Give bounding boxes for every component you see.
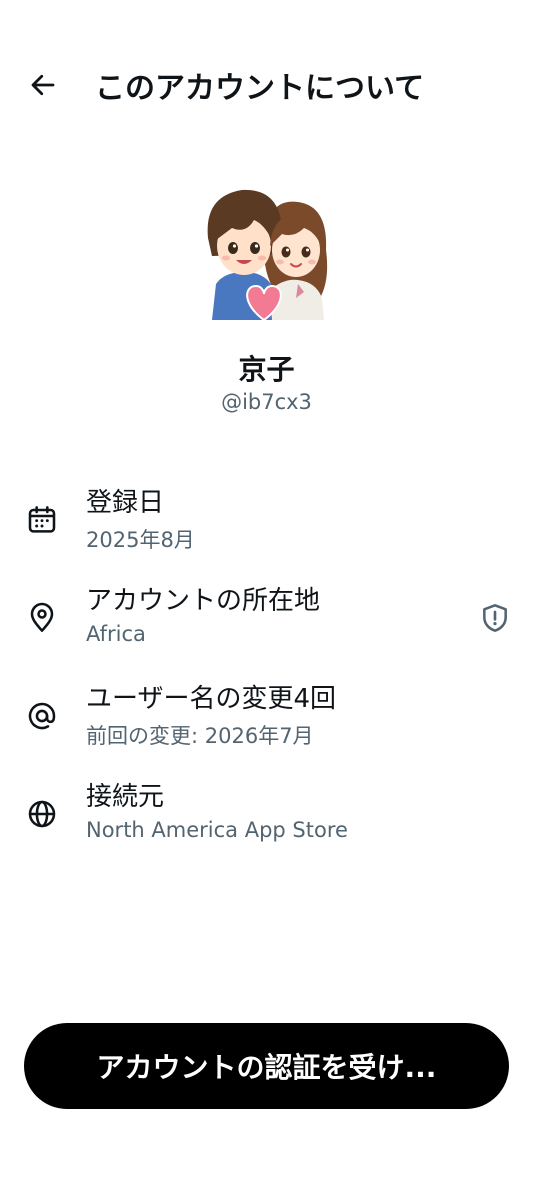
info-subtitle: 前回の変更: 2026年7月 [86,724,314,748]
calendar-icon [24,502,60,538]
at-sign-icon [24,698,60,734]
back-button[interactable] [22,64,64,106]
info-title: 接続元 [86,782,165,812]
shield-info-button[interactable] [477,600,513,636]
get-verified-button[interactable]: アカウントの認証を受け... [24,1023,509,1109]
info-row-connected-via: 接続元 North America App Store [0,776,533,856]
info-title: ユーザー名の変更4回 [86,684,337,714]
info-subtitle: North America App Store [86,818,348,842]
info-row-username-changes: ユーザー名の変更4回 前回の変更: 2026年7月 [0,678,533,758]
info-row-location: アカウントの所在地 Africa [0,580,533,660]
globe-icon [24,796,60,832]
avatar[interactable] [198,180,334,322]
get-verified-label: アカウントの認証を受け... [96,1051,437,1084]
info-title: 登録日 [86,488,165,518]
location-pin-icon [24,600,60,636]
info-title: アカウントの所在地 [86,586,321,616]
username-handle: @ib7cx3 [221,390,312,414]
arrow-left-icon [31,74,55,96]
page-title: このアカウントについて [95,71,425,106]
info-subtitle: 2025年8月 [86,528,195,552]
top-app-bar: このアカウントについて [0,50,533,120]
info-row-joined: 登録日 2025年8月 [0,482,533,562]
info-subtitle: Africa [86,622,146,646]
shield-icon [483,604,507,632]
display-name: 京子 [238,353,295,386]
